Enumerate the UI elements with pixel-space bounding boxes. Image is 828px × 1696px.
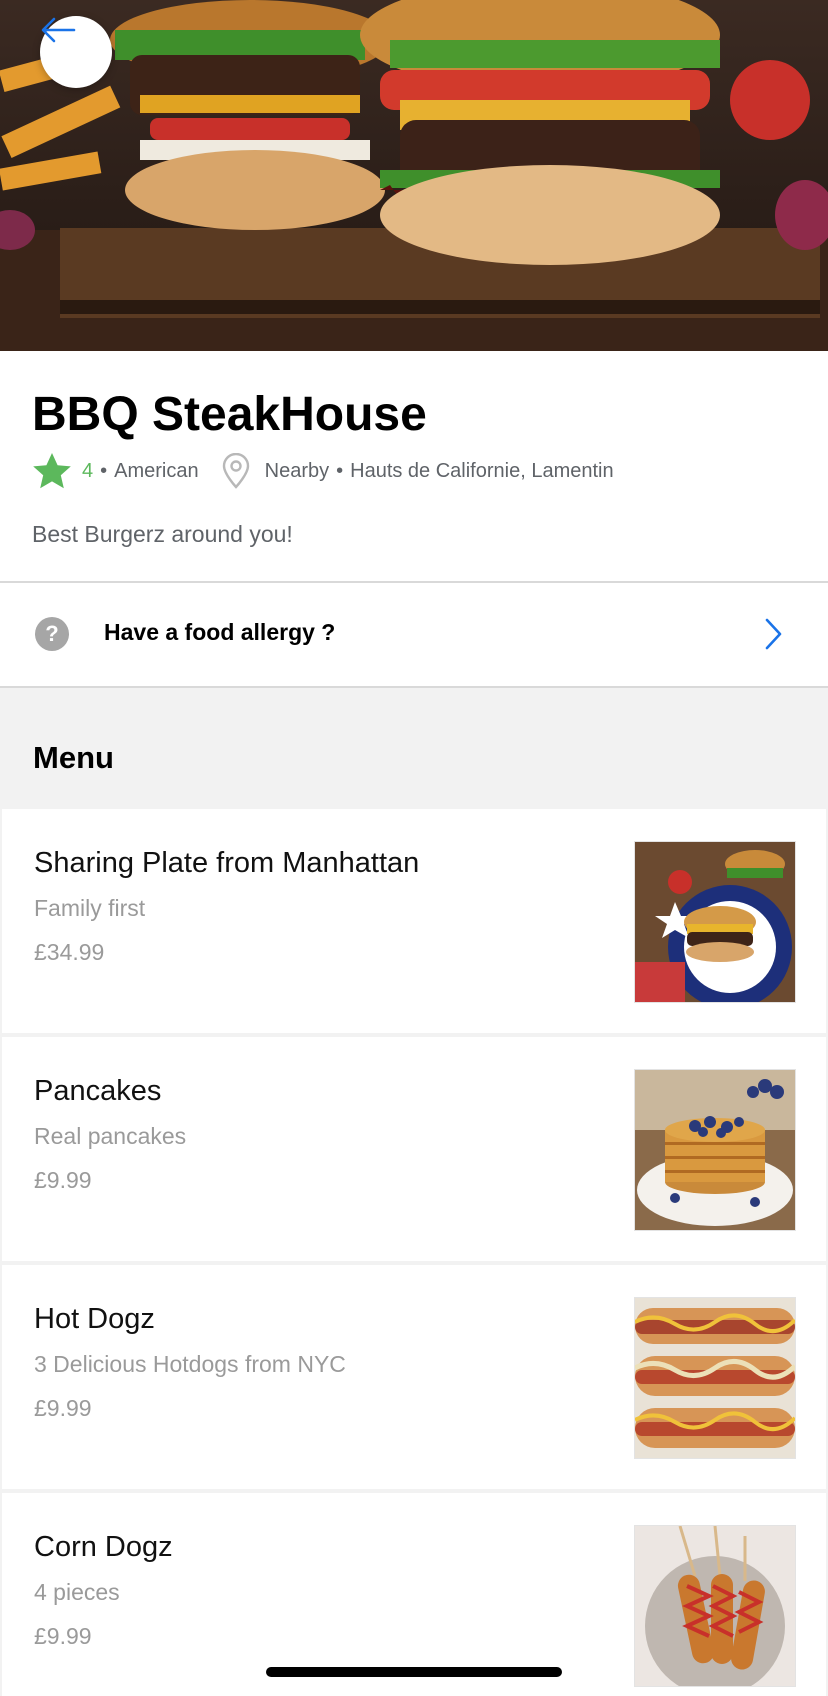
arrow-left-icon	[41, 17, 76, 43]
back-button[interactable]	[40, 16, 112, 88]
food-allergy-row[interactable]: ? Have a food allergy ?	[0, 583, 828, 686]
separator-dot: •	[336, 459, 344, 482]
menu-item-description: Real pancakes	[34, 1123, 187, 1149]
restaurant-info: BBQ SteakHouse 4 • American Nearby • Hau…	[0, 351, 828, 581]
chevron-right-icon	[765, 618, 782, 650]
menu-section: Menu Sharing Plate from Manhattan Family…	[0, 688, 828, 1696]
menu-item[interactable]: Corn Dogz 4 pieces £9.99	[2, 1493, 826, 1696]
menu-item-thumbnail	[634, 1069, 796, 1231]
question-icon: ?	[35, 617, 69, 651]
distance-label: Nearby	[264, 459, 330, 482]
menu-item-name: Corn Dogz	[34, 1531, 173, 1563]
menu-item-name: Sharing Plate from Manhattan	[34, 847, 420, 879]
restaurant-meta: 4 • American Nearby • Hauts de Californi…	[32, 451, 614, 491]
menu-item[interactable]: Hot Dogz 3 Delicious Hotdogs from NYC £9…	[2, 1265, 826, 1489]
food-allergy-label: Have a food allergy ?	[104, 619, 336, 645]
menu-item-description: 3 Delicious Hotdogs from NYC	[34, 1351, 346, 1377]
menu-item-thumbnail	[634, 841, 796, 1003]
menu-item-description: Family first	[34, 895, 146, 921]
restaurant-tagline: Best Burgerz around you!	[32, 521, 293, 547]
rating-value: 4	[82, 459, 94, 482]
location-label: Hauts de Californie, Lamentin	[350, 459, 614, 482]
menu-item-thumbnail	[634, 1297, 796, 1459]
menu-item-price: £9.99	[34, 1395, 92, 1421]
menu-item-description: 4 pieces	[34, 1579, 120, 1605]
separator-dot: •	[100, 459, 108, 482]
hero-image	[0, 0, 828, 351]
menu-item-name: Hot Dogz	[34, 1303, 155, 1335]
menu-item-price: £9.99	[34, 1167, 92, 1193]
menu-item-thumbnail	[634, 1525, 796, 1687]
menu-item[interactable]: Pancakes Real pancakes £9.99	[2, 1037, 826, 1261]
menu-item-price: £9.99	[34, 1623, 92, 1649]
home-indicator[interactable]	[266, 1667, 562, 1677]
star-icon	[33, 453, 71, 489]
menu-item-name: Pancakes	[34, 1075, 162, 1107]
restaurant-name: BBQ SteakHouse	[32, 388, 427, 441]
map-pin-icon	[221, 453, 251, 489]
menu-item[interactable]: Sharing Plate from Manhattan Family firs…	[2, 809, 826, 1033]
menu-heading: Menu	[33, 740, 114, 775]
restaurant-page: BBQ SteakHouse 4 • American Nearby • Hau…	[0, 0, 828, 1696]
menu-item-price: £34.99	[34, 939, 105, 965]
cuisine-label: American	[114, 459, 199, 482]
